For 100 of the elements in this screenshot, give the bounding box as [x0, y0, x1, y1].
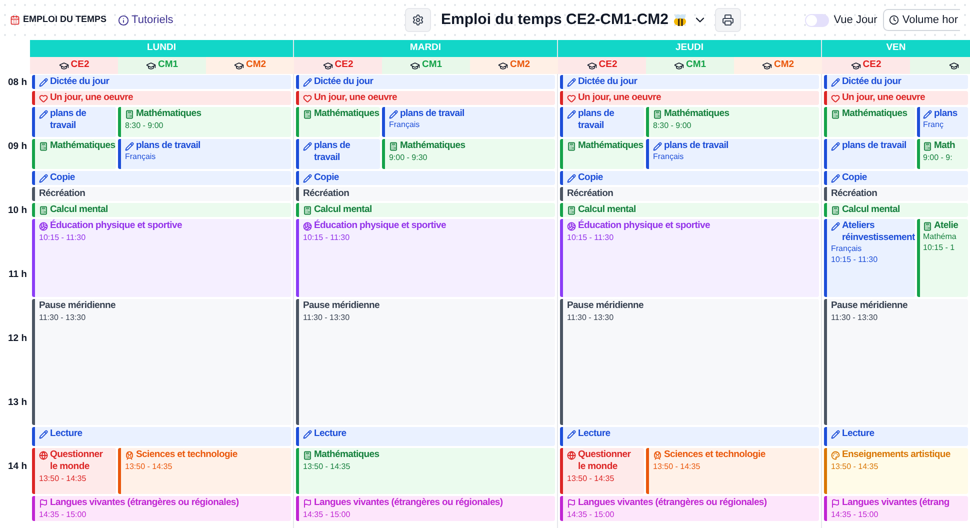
pencil-icon	[567, 174, 576, 183]
event-title: Lecture	[842, 428, 874, 440]
event-title: Langues vivantes (étrangères ou régionales)	[50, 496, 239, 509]
volume-button[interactable]: Volume hor	[883, 9, 960, 31]
schedule-event[interactable]: Atelie Mathéma 10:15 - 1	[917, 218, 968, 297]
class-label: CM2	[774, 58, 794, 72]
schedule-event[interactable]: Pause méridienne 11:30 - 13:30	[32, 298, 291, 425]
schedule-event[interactable]: Éducation physique et sportive 10:15 - 11:30	[560, 218, 819, 297]
schedule-event[interactable]: plans de travail Français	[646, 138, 819, 169]
settings-button[interactable]	[405, 8, 431, 32]
schedule-event[interactable]: Dictée du jour	[296, 75, 555, 89]
schedule-event[interactable]: Un jour, une oeuvre	[560, 90, 819, 105]
schedule-event[interactable]: Ateliers réinvestissement Français 10:15 - 11:30	[824, 218, 915, 297]
class-tab[interactable]: CE2	[558, 57, 646, 74]
schedule-event[interactable]: Mathématiques	[296, 106, 380, 137]
schedule-event[interactable]: Calcul mental	[32, 202, 291, 217]
schedule-event[interactable]: Pause méridienne 11:30 - 13:30	[560, 298, 819, 425]
class-tab[interactable]: CE2	[30, 57, 118, 74]
train-icon	[653, 450, 662, 460]
class-tab[interactable]: CM1	[382, 57, 470, 74]
schedule-event[interactable]: plans de travail	[824, 138, 915, 169]
calculator-icon	[831, 110, 840, 119]
schedule-event[interactable]: Calcul mental	[824, 202, 968, 217]
pencil-icon	[831, 174, 840, 183]
schedule-event[interactable]: Langues vivantes (étrangères ou régionales) 14:35 - 15:00	[32, 496, 291, 521]
day-header: MARDI	[294, 40, 557, 57]
event-title: Un jour, une oeuvre	[578, 92, 661, 104]
schedule-event[interactable]: Copie	[296, 170, 555, 185]
class-tab[interactable]: CM2	[470, 57, 558, 74]
pencil-icon	[303, 174, 312, 183]
calculator-icon	[567, 142, 576, 151]
schedule-event[interactable]: Dictée du jour	[560, 75, 819, 89]
pencil-icon	[831, 78, 840, 87]
schedule-event[interactable]: Un jour, une oeuvre	[296, 90, 555, 105]
tutorials-link[interactable]: Tutoriels	[132, 12, 174, 28]
event-title: Récréation	[567, 188, 614, 200]
event-title: Calcul mental	[578, 204, 636, 216]
schedule-event[interactable]: Pause méridienne 11:30 - 13:30	[824, 298, 968, 425]
schedule-event[interactable]: Sciences et technologie 13:50 - 14:35	[646, 448, 819, 494]
schedule-event[interactable]: Lecture	[560, 426, 819, 446]
schedule-event[interactable]: Mathématiques	[824, 106, 915, 137]
schedule-event[interactable]: Copie	[32, 170, 291, 185]
event-time: 14:35 - 15:00	[303, 508, 350, 520]
schedule-event[interactable]: Un jour, une oeuvre	[32, 90, 291, 105]
event-time: 11:30 - 13:30	[303, 312, 350, 323]
schedule-event[interactable]: Questionner le monde 13:50 - 14:35	[32, 448, 116, 494]
pencil-icon	[39, 430, 48, 439]
schedule-event[interactable]: Un jour, une oeuvre	[824, 90, 968, 105]
schedule-event[interactable]: Récréation	[824, 186, 968, 201]
schedule-event[interactable]: Calcul mental	[296, 202, 555, 217]
schedule-event[interactable]: Éducation physique et sportive 10:15 - 11:30	[296, 218, 555, 297]
schedule-event[interactable]: Langues vivantes (étrangères ou régionales) 14:35 - 15:00	[560, 496, 819, 521]
schedule-event[interactable]: Mathématiques 9:00 - 9:30	[382, 138, 555, 169]
class-tab[interactable]: CE2	[294, 57, 382, 74]
schedule-event[interactable]: Math 9:00 - 9:	[917, 138, 968, 169]
event-title: Mathématiques	[314, 448, 380, 461]
schedule-event[interactable]: Copie	[824, 170, 968, 185]
schedule-event[interactable]: Mathématiques	[32, 138, 116, 169]
schedule-event[interactable]: plans de travail	[296, 138, 380, 169]
schedule-event[interactable]: Langues vivantes (étrangères ou régionales) 14:35 - 15:00	[296, 496, 555, 521]
schedule-event[interactable]: Lecture	[32, 426, 291, 446]
class-tab[interactable]: CM1	[118, 57, 206, 74]
schedule-event[interactable]: Récréation	[296, 186, 555, 201]
schedule-event[interactable]: plans de travail Français	[118, 138, 291, 169]
schedule-event[interactable]: Lecture	[296, 426, 555, 446]
schedule-event[interactable]: Dictée du jour	[824, 75, 968, 89]
event-title: Un jour, une oeuvre	[842, 92, 925, 104]
schedule-event[interactable]: Langues vivantes (étrang 14:35 - 15:00	[824, 496, 968, 521]
class-tab[interactable]: CM2	[206, 57, 294, 74]
class-tab[interactable]: CE2	[822, 57, 910, 74]
schedule-event[interactable]: Mathématiques 8:30 - 9:00	[118, 106, 291, 137]
schedule-event[interactable]: plans de travail	[560, 106, 644, 137]
view-toggle[interactable]	[804, 14, 829, 26]
class-tab[interactable]: CM1	[646, 57, 734, 74]
event-time: 14:35 - 15:00	[39, 508, 86, 520]
schedule-event[interactable]: Pause méridienne 11:30 - 13:30	[296, 298, 555, 425]
event-time: 10:15 - 11:30	[567, 232, 614, 243]
schedule-event[interactable]: Mathématiques 13:50 - 14:35	[296, 448, 555, 494]
schedule-event[interactable]: Mathématiques	[560, 138, 644, 169]
schedule-event[interactable]: plans Franç	[917, 106, 968, 137]
schedule-event[interactable]: Calcul mental	[560, 202, 819, 217]
heart-icon	[303, 94, 312, 103]
event-title: Mathématiques	[842, 108, 908, 120]
schedule-event[interactable]: Mathématiques 8:30 - 9:00	[646, 106, 819, 137]
schedule-event[interactable]: Dictée du jour	[32, 75, 291, 89]
schedule-event[interactable]: Copie	[560, 170, 819, 185]
schedule-event[interactable]: Récréation	[560, 186, 819, 201]
schedule-event[interactable]: Lecture	[824, 426, 968, 446]
schedule-event[interactable]: plans de travail	[32, 106, 116, 137]
schedule-event[interactable]: Sciences et technologie 13:50 - 14:35	[118, 448, 291, 494]
event-title: Questionner le monde	[50, 448, 104, 473]
schedule-event[interactable]: Récréation	[32, 186, 291, 201]
event-title: Copie	[578, 172, 603, 184]
hour-label: 08 h	[8, 77, 27, 88]
class-tab[interactable]: CM2	[734, 57, 822, 74]
schedule-event[interactable]: plans de travail Français	[382, 106, 555, 137]
schedule-event[interactable]: Enseignements artistique 13:50 - 14:35	[824, 448, 968, 494]
schedule-event[interactable]: Questionner le monde 13:50 - 14:35	[560, 448, 644, 494]
print-button[interactable]	[714, 8, 741, 32]
schedule-event[interactable]: Éducation physique et sportive 10:15 - 11:30	[32, 218, 291, 297]
